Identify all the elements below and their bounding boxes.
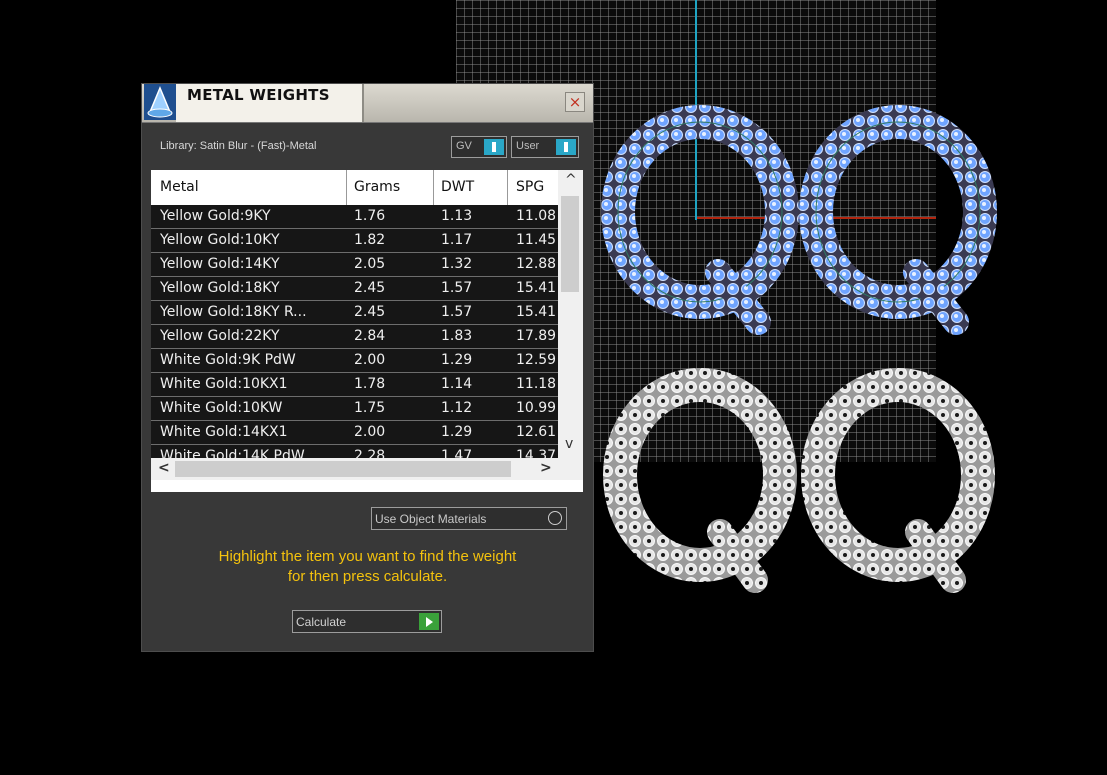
dwt-cell: 1.57 [441, 304, 473, 320]
grams-cell: 2.00 [354, 352, 386, 368]
metal-table[interactable]: Metal Grams DWT SPG Yellow Gold:9KY 1.76 1… [151, 170, 583, 492]
column-header-spg[interactable]: SPG [516, 179, 544, 195]
grams-cell: 2.84 [354, 328, 386, 344]
table-row[interactable]: Yellow Gold:18KY R... 2.45 1.57 15.41 [151, 301, 558, 325]
dwt-cell: 1.29 [441, 352, 473, 368]
dwt-cell: 1.32 [441, 256, 473, 272]
silver-q-pendant-left[interactable] [603, 368, 797, 593]
metal-cell: Yellow Gold:18KY R... [160, 304, 307, 320]
metal-weights-panel: METAL WEIGHTS × Library: Satin Blur - (F… [142, 84, 593, 651]
column-header-metal[interactable]: Metal [160, 179, 199, 195]
table-row[interactable]: Yellow Gold:22KY 2.84 1.83 17.89 [151, 325, 558, 349]
table-row[interactable]: Yellow Gold:18KY 2.45 1.57 15.41 [151, 277, 558, 301]
dwt-cell: 1.14 [441, 376, 473, 392]
radio-button-icon[interactable] [548, 511, 562, 525]
instruction-line-1: Highlight the item you want to find the … [218, 548, 517, 565]
grams-cell: 1.78 [354, 376, 386, 392]
metal-cell: Yellow Gold:14KY [160, 256, 280, 272]
metal-cell: White Gold:14KX1 [160, 424, 288, 440]
toggle-switch-icon [484, 139, 504, 155]
spg-cell: 12.88 [516, 256, 557, 272]
calculate-label: Calculate [296, 615, 347, 629]
grams-cell: 2.45 [354, 280, 386, 296]
title-tab: METAL WEIGHTS [176, 84, 364, 122]
metal-cell: White Gold:10KW [160, 400, 283, 416]
spg-cell: 17.89 [516, 328, 557, 344]
horizontal-scrollbar[interactable]: < > [151, 458, 583, 480]
table-row[interactable]: White Gold:9K PdW 2.00 1.29 12.59 [151, 349, 558, 373]
library-label: Library: Satin Blur - (Fast)-Metal [160, 140, 317, 152]
toggle-switch-icon [556, 139, 576, 155]
dwt-cell: 1.47 [441, 448, 473, 458]
grams-cell: 1.76 [354, 208, 386, 224]
table-row[interactable]: Yellow Gold:10KY 1.82 1.17 11.45 [151, 229, 558, 253]
metal-cell: White Gold:9K PdW [160, 352, 296, 368]
horizontal-scroll-thumb[interactable] [175, 461, 511, 477]
metal-cell: White Gold:10KX1 [160, 376, 288, 392]
gv-toggle-label: GV [456, 140, 472, 152]
table-row[interactable]: White Gold:14KX1 2.00 1.29 12.61 [151, 421, 558, 445]
instruction-text: Highlight the item you want to find the … [142, 547, 593, 587]
table-row[interactable]: White Gold:14K PdW 2.28 1.47 14.37 [151, 445, 558, 458]
table-row[interactable]: White Gold:10KX1 1.78 1.14 11.18 [151, 373, 558, 397]
column-header-grams[interactable]: Grams [354, 179, 400, 195]
grams-cell: 2.00 [354, 424, 386, 440]
grams-cell: 1.75 [354, 400, 386, 416]
use-object-materials-label: Use Object Materials [375, 512, 487, 526]
spg-cell: 11.45 [516, 232, 557, 248]
user-toggle[interactable]: User [511, 136, 579, 158]
vertical-scroll-thumb[interactable] [561, 196, 579, 292]
spg-cell: 15.41 [516, 304, 557, 320]
grams-cell: 1.82 [354, 232, 386, 248]
grams-cell: 2.05 [354, 256, 386, 272]
spg-cell: 12.61 [516, 424, 557, 440]
close-icon: × [568, 93, 582, 111]
blue-q-pendant-left[interactable] [601, 105, 799, 335]
metal-cell: Yellow Gold:10KY [160, 232, 280, 248]
user-toggle-label: User [516, 140, 540, 152]
column-header-dwt[interactable]: DWT [441, 179, 474, 195]
title-bar[interactable]: METAL WEIGHTS × [142, 84, 593, 123]
jewelry-models[interactable] [600, 100, 1000, 600]
dwt-cell: 1.29 [441, 424, 473, 440]
metal-cell: Yellow Gold:22KY [160, 328, 280, 344]
table-row[interactable]: Yellow Gold:9KY 1.76 1.13 11.08 [151, 205, 558, 229]
spg-cell: 15.41 [516, 280, 557, 296]
spg-cell: 11.08 [516, 208, 557, 224]
metal-cell: Yellow Gold:18KY [160, 280, 280, 296]
scroll-down-icon[interactable]: v [565, 436, 573, 452]
scroll-up-icon[interactable]: ^ [565, 172, 577, 188]
dwt-cell: 1.83 [441, 328, 473, 344]
calculate-button[interactable]: Calculate [292, 610, 442, 633]
spg-cell: 11.18 [516, 376, 557, 392]
dwt-cell: 1.12 [441, 400, 473, 416]
dwt-cell: 1.17 [441, 232, 473, 248]
dwt-cell: 1.57 [441, 280, 473, 296]
scroll-right-icon[interactable]: > [540, 460, 552, 476]
gv-toggle[interactable]: GV [451, 136, 507, 158]
close-button[interactable]: × [565, 92, 585, 112]
metal-cell: Yellow Gold:9KY [160, 208, 271, 224]
vertical-scrollbar[interactable]: ^ v [558, 170, 583, 458]
spg-cell: 14.37 [516, 448, 557, 458]
grams-cell: 2.28 [354, 448, 386, 458]
grams-cell: 2.45 [354, 304, 386, 320]
silver-q-pendant-right[interactable] [801, 368, 995, 593]
app-logo-icon [144, 84, 176, 120]
spg-cell: 10.99 [516, 400, 557, 416]
table-row[interactable]: Yellow Gold:14KY 2.05 1.32 12.88 [151, 253, 558, 277]
metal-cell: White Gold:14K PdW [160, 448, 305, 458]
table-row[interactable]: White Gold:10KW 1.75 1.12 10.99 [151, 397, 558, 421]
scroll-left-icon[interactable]: < [158, 460, 170, 476]
blue-q-pendant-right[interactable] [799, 105, 997, 335]
use-object-materials-option[interactable]: Use Object Materials [371, 507, 567, 530]
spg-cell: 12.59 [516, 352, 557, 368]
dwt-cell: 1.13 [441, 208, 473, 224]
play-arrow-icon [419, 613, 439, 630]
instruction-line-2: for then press calculate. [287, 568, 448, 585]
table-body: Yellow Gold:9KY 1.76 1.13 11.08 Yellow Gold:… [151, 205, 558, 458]
panel-title: METAL WEIGHTS [187, 86, 330, 104]
